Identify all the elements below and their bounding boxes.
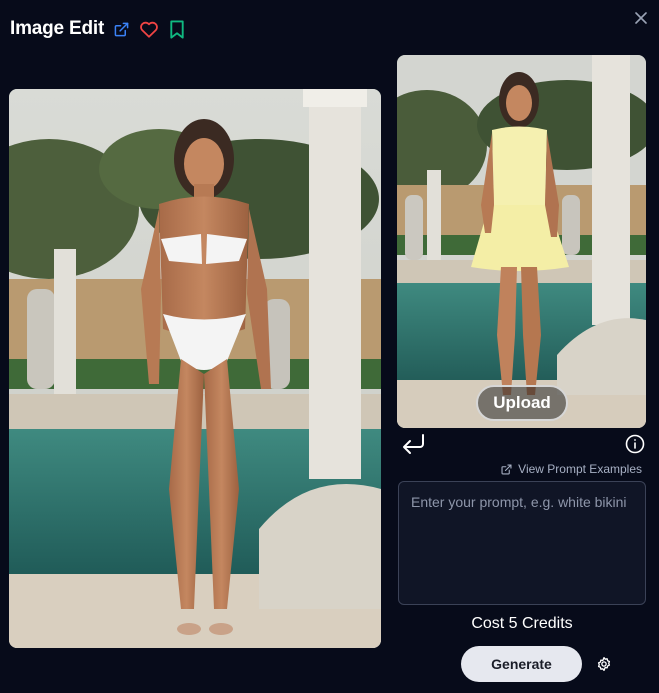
reference-image-illustration <box>397 55 646 428</box>
gear-icon[interactable] <box>595 655 613 673</box>
close-icon[interactable] <box>632 9 650 27</box>
bookmark-icon[interactable] <box>169 19 185 39</box>
generated-image[interactable] <box>9 89 381 648</box>
external-link-icon[interactable] <box>114 22 129 37</box>
heart-icon[interactable] <box>139 20 159 38</box>
view-prompt-examples-link[interactable]: View Prompt Examples <box>501 462 642 476</box>
cost-label: Cost 5 Credits <box>471 615 573 632</box>
generated-image-illustration <box>9 89 381 648</box>
page-title: Image Edit <box>10 18 105 39</box>
reference-image[interactable] <box>397 55 646 428</box>
prompt-input[interactable] <box>398 481 646 605</box>
header: Image Edit <box>10 16 185 42</box>
info-icon[interactable] <box>625 434 645 454</box>
external-link-icon <box>501 463 512 475</box>
view-prompt-examples-label: View Prompt Examples <box>518 462 642 476</box>
generate-button[interactable]: Generate <box>461 646 582 682</box>
upload-button[interactable]: Upload <box>476 385 568 421</box>
return-arrow-icon[interactable] <box>400 431 428 459</box>
